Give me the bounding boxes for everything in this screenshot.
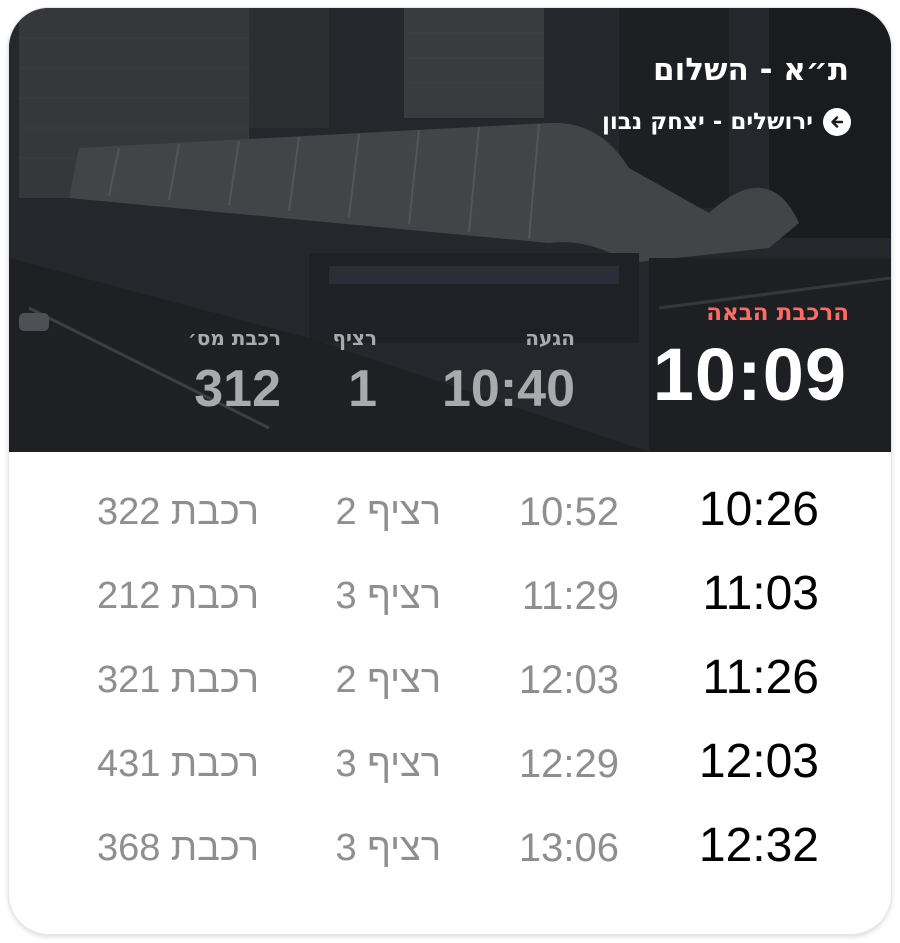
- direction-destination: ירושלים - יצחק נבון: [602, 109, 813, 135]
- train-number: רכבת 212: [96, 575, 259, 617]
- arrival-time: 12:03: [518, 658, 619, 702]
- platform: רציף 3: [335, 743, 442, 785]
- list-item[interactable]: 12:32 13:06 רציף 3 רכבת 368: [9, 816, 891, 876]
- departure-time: 11:03: [702, 567, 819, 620]
- train-number: רכבת 368: [96, 827, 259, 869]
- next-platform: 1: [348, 360, 377, 418]
- arrival-label: הגעה: [525, 326, 575, 350]
- platform: רציף 3: [335, 827, 442, 869]
- next-departure-time: 10:09: [652, 333, 847, 416]
- platform: רציף 2: [335, 659, 442, 701]
- header-station-photo: ת״א - השלום ירושלים - יצחק נבון הרכבת הב…: [9, 8, 891, 452]
- arrival-time: 11:29: [521, 574, 619, 618]
- train-number: רכבת 321: [96, 659, 259, 701]
- arrow-left-circle-icon[interactable]: [823, 108, 851, 136]
- departure-time: 12:32: [698, 819, 819, 872]
- station-name: ת״א - השלום: [653, 52, 849, 88]
- list-item[interactable]: 12:03 12:29 רציף 3 רכבת 431: [9, 732, 891, 792]
- arrival-time: 10:52: [518, 490, 619, 534]
- train-number: רכבת 431: [96, 743, 259, 785]
- train-number: רכבת 322: [96, 491, 259, 533]
- list-item[interactable]: 11:26 12:03 רציף 2 רכבת 321: [9, 648, 891, 708]
- arrival-time: 13:06: [518, 826, 619, 870]
- departure-time: 12:03: [698, 735, 819, 788]
- next-arrival-time: 10:40: [442, 360, 575, 418]
- departure-time: 10:26: [698, 483, 819, 536]
- train-number-label: רכבת מס׳: [187, 326, 281, 350]
- direction-selector[interactable]: ירושלים - יצחק נבון: [602, 108, 851, 136]
- next-train-label: הרכבת הבאה: [706, 300, 849, 326]
- list-item[interactable]: 10:26 10:52 רציף 2 רכבת 322: [9, 480, 891, 540]
- arrival-time: 12:29: [518, 742, 619, 786]
- platform-label: רציף: [332, 326, 377, 350]
- train-widget[interactable]: ת״א - השלום ירושלים - יצחק נבון הרכבת הב…: [9, 8, 891, 934]
- departure-time: 11:26: [702, 651, 819, 704]
- platform: רציף 2: [335, 491, 442, 533]
- list-item[interactable]: 11:03 11:29 רציף 3 רכבת 212: [9, 564, 891, 624]
- arrow-left-glyph: [831, 116, 844, 128]
- platform: רציף 3: [335, 575, 442, 617]
- next-train-number: 312: [194, 360, 281, 418]
